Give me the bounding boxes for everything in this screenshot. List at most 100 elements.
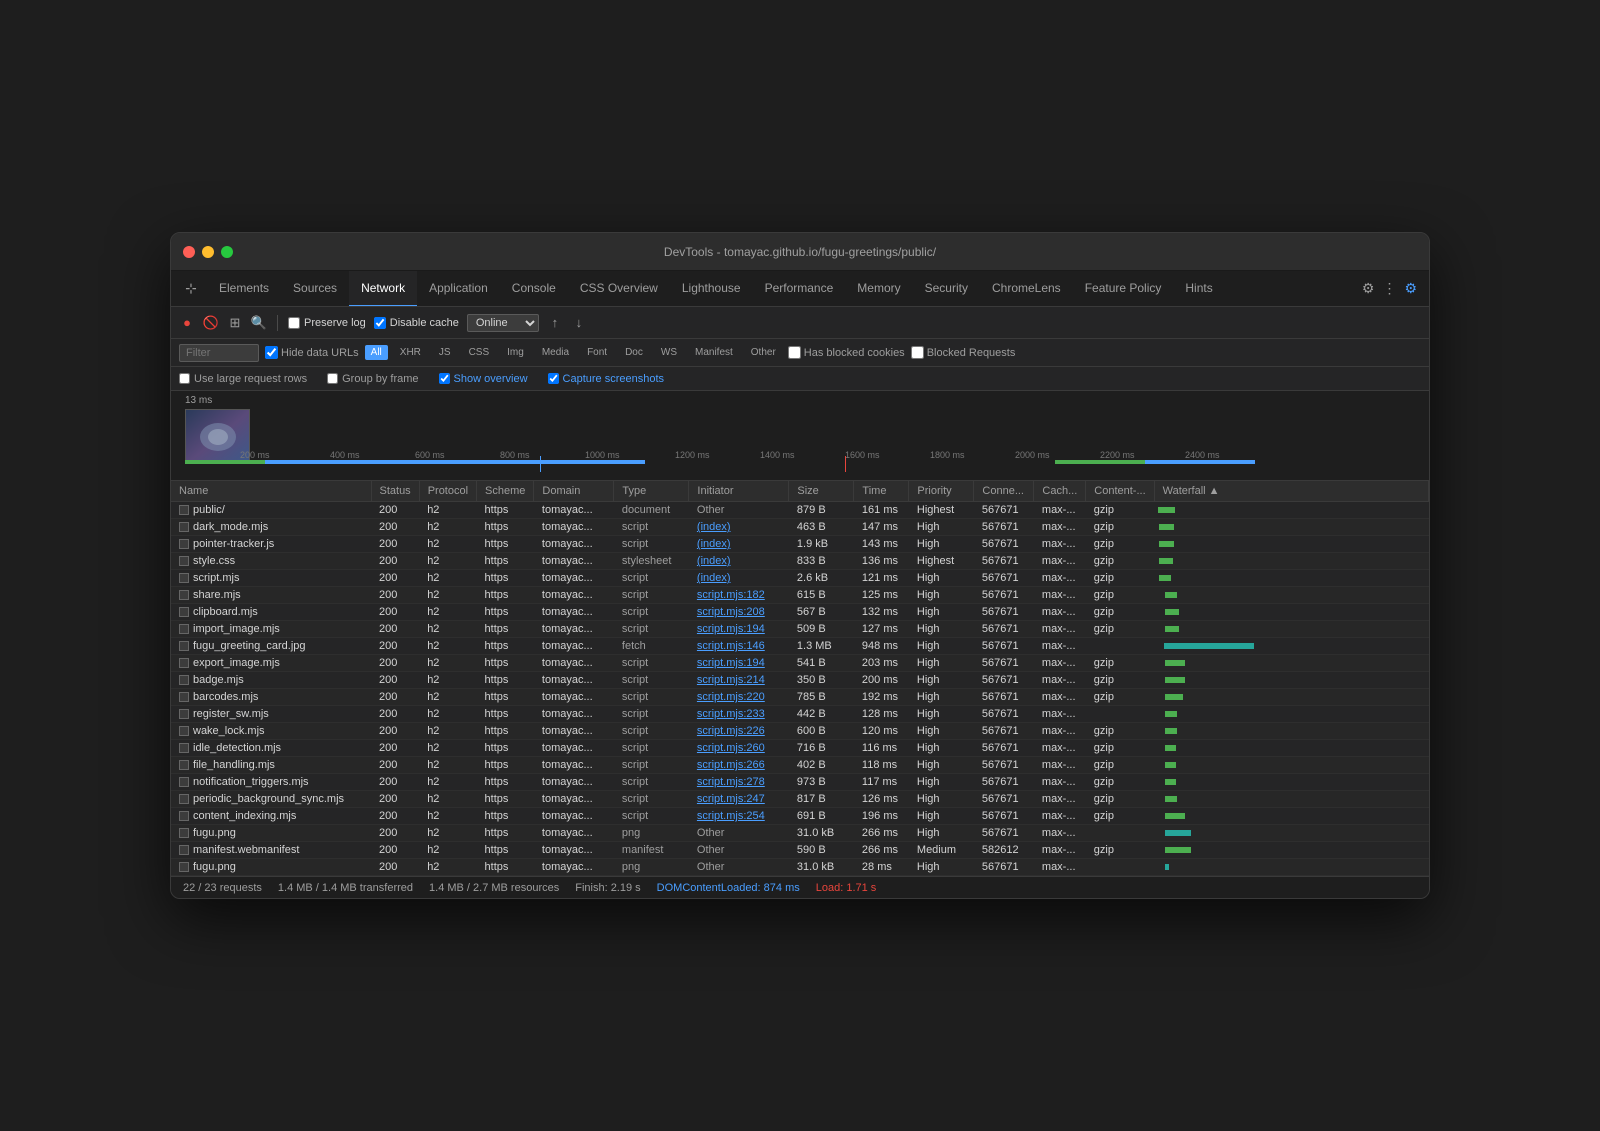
cell-initiator[interactable]: (index) <box>689 553 789 570</box>
hide-data-urls-checkbox[interactable]: Hide data URLs <box>265 346 359 359</box>
cell-initiator[interactable]: (index) <box>689 570 789 587</box>
table-row[interactable]: notification_triggers.mjs 200 h2 https t… <box>171 774 1429 791</box>
tab-sources[interactable]: Sources <box>281 271 349 307</box>
show-overview-option[interactable]: Show overview <box>439 373 528 385</box>
tab-elements[interactable]: Elements <box>207 271 281 307</box>
filter-tag-css[interactable]: CSS <box>463 345 496 360</box>
table-row[interactable]: content_indexing.mjs 200 h2 https tomaya… <box>171 808 1429 825</box>
clear-button[interactable]: 🚫 <box>203 315 219 331</box>
search-icon[interactable]: 🔍 <box>251 315 267 331</box>
filter-tag-img[interactable]: Img <box>501 345 530 360</box>
filter-tag-ws[interactable]: WS <box>655 345 683 360</box>
table-row[interactable]: fugu_greeting_card.jpg 200 h2 https toma… <box>171 638 1429 655</box>
table-row[interactable]: share.mjs 200 h2 https tomayac... script… <box>171 587 1429 604</box>
group-by-frame-option[interactable]: Group by frame <box>327 373 418 385</box>
table-row[interactable]: script.mjs 200 h2 https tomayac... scrip… <box>171 570 1429 587</box>
table-row[interactable]: fugu.png 200 h2 https tomayac... png Oth… <box>171 859 1429 876</box>
col-header-status[interactable]: Status <box>371 481 419 502</box>
col-header-time[interactable]: Time <box>854 481 909 502</box>
col-header-priority[interactable]: Priority <box>909 481 974 502</box>
cursor-icon[interactable]: ⊹ <box>175 280 207 297</box>
cell-initiator[interactable]: script.mjs:146 <box>689 638 789 655</box>
throttle-select[interactable]: Online Fast 3G Slow 3G Offline <box>467 314 539 332</box>
col-header-type[interactable]: Type <box>614 481 689 502</box>
network-settings-icon[interactable]: ⚙ <box>1404 280 1417 297</box>
cell-initiator[interactable]: (index) <box>689 519 789 536</box>
col-header-size[interactable]: Size <box>789 481 854 502</box>
table-row[interactable]: periodic_background_sync.mjs 200 h2 http… <box>171 791 1429 808</box>
cell-initiator[interactable]: script.mjs:182 <box>689 587 789 604</box>
col-header-waterfall[interactable]: Waterfall ▲ <box>1154 481 1428 502</box>
table-row[interactable]: clipboard.mjs 200 h2 https tomayac... sc… <box>171 604 1429 621</box>
col-header-conn[interactable]: Conne... <box>974 481 1034 502</box>
tab-performance[interactable]: Performance <box>753 271 846 307</box>
tab-feature-policy[interactable]: Feature Policy <box>1073 271 1174 307</box>
col-header-content[interactable]: Content-... <box>1086 481 1154 502</box>
close-button[interactable] <box>183 246 195 258</box>
import-icon[interactable]: ↑ <box>547 315 563 331</box>
large-rows-option[interactable]: Use large request rows <box>179 373 307 385</box>
table-row[interactable]: badge.mjs 200 h2 https tomayac... script… <box>171 672 1429 689</box>
tab-application[interactable]: Application <box>417 271 500 307</box>
cell-initiator[interactable]: script.mjs:260 <box>689 740 789 757</box>
large-rows-input[interactable] <box>179 373 190 384</box>
table-row[interactable]: dark_mode.mjs 200 h2 https tomayac... sc… <box>171 519 1429 536</box>
col-header-initiator[interactable]: Initiator <box>689 481 789 502</box>
cell-initiator[interactable]: script.mjs:266 <box>689 757 789 774</box>
table-row[interactable]: barcodes.mjs 200 h2 https tomayac... scr… <box>171 689 1429 706</box>
col-header-protocol[interactable]: Protocol <box>419 481 476 502</box>
group-by-frame-input[interactable] <box>327 373 338 384</box>
capture-screenshots-option[interactable]: Capture screenshots <box>548 373 665 385</box>
tab-lighthouse[interactable]: Lighthouse <box>670 271 753 307</box>
filter-tag-doc[interactable]: Doc <box>619 345 649 360</box>
capture-screenshots-input[interactable] <box>548 373 559 384</box>
cell-initiator[interactable]: (index) <box>689 536 789 553</box>
table-row[interactable]: export_image.mjs 200 h2 https tomayac...… <box>171 655 1429 672</box>
table-row[interactable]: import_image.mjs 200 h2 https tomayac...… <box>171 621 1429 638</box>
col-header-cache[interactable]: Cach... <box>1034 481 1086 502</box>
col-header-domain[interactable]: Domain <box>534 481 614 502</box>
table-row[interactable]: pointer-tracker.js 200 h2 https tomayac.… <box>171 536 1429 553</box>
cell-initiator[interactable]: script.mjs:194 <box>689 655 789 672</box>
maximize-button[interactable] <box>221 246 233 258</box>
preserve-log-input[interactable] <box>288 317 300 329</box>
cell-initiator[interactable]: script.mjs:208 <box>689 604 789 621</box>
filter-tag-font[interactable]: Font <box>581 345 613 360</box>
table-row[interactable]: manifest.webmanifest 200 h2 https tomaya… <box>171 842 1429 859</box>
table-row[interactable]: file_handling.mjs 200 h2 https tomayac..… <box>171 757 1429 774</box>
blocked-requests-checkbox[interactable]: Blocked Requests <box>911 346 1016 359</box>
settings-icon[interactable]: ⚙ <box>1362 280 1375 297</box>
filter-tag-other[interactable]: Other <box>745 345 782 360</box>
cell-initiator[interactable]: script.mjs:220 <box>689 689 789 706</box>
table-row[interactable]: fugu.png 200 h2 https tomayac... png Oth… <box>171 825 1429 842</box>
more-icon[interactable]: ⋮ <box>1382 280 1396 297</box>
minimize-button[interactable] <box>202 246 214 258</box>
filter-tag-js[interactable]: JS <box>433 345 457 360</box>
show-overview-input[interactable] <box>439 373 450 384</box>
blocked-requests-input[interactable] <box>911 346 924 359</box>
cell-initiator[interactable]: script.mjs:214 <box>689 672 789 689</box>
disable-cache-input[interactable] <box>374 317 386 329</box>
cell-initiator[interactable]: script.mjs:226 <box>689 723 789 740</box>
network-table-scroll[interactable]: Name Status Protocol Scheme Domain Type … <box>171 481 1429 876</box>
filter-tag-media[interactable]: Media <box>536 345 575 360</box>
filter-input[interactable] <box>179 344 259 362</box>
table-row[interactable]: style.css 200 h2 https tomayac... styles… <box>171 553 1429 570</box>
cell-initiator[interactable]: script.mjs:233 <box>689 706 789 723</box>
has-blocked-cookies-checkbox[interactable]: Has blocked cookies <box>788 346 905 359</box>
tab-hints[interactable]: Hints <box>1173 271 1224 307</box>
cell-initiator[interactable]: script.mjs:254 <box>689 808 789 825</box>
col-header-name[interactable]: Name <box>171 481 371 502</box>
cell-initiator[interactable]: script.mjs:247 <box>689 791 789 808</box>
tab-css-overview[interactable]: CSS Overview <box>568 271 670 307</box>
tab-network[interactable]: Network <box>349 271 417 307</box>
export-icon[interactable]: ↓ <box>571 315 587 331</box>
tab-chromelens[interactable]: ChromeLens <box>980 271 1073 307</box>
tab-security[interactable]: Security <box>913 271 980 307</box>
col-header-scheme[interactable]: Scheme <box>477 481 534 502</box>
table-row[interactable]: register_sw.mjs 200 h2 https tomayac... … <box>171 706 1429 723</box>
has-blocked-cookies-input[interactable] <box>788 346 801 359</box>
cell-initiator[interactable]: script.mjs:194 <box>689 621 789 638</box>
cell-initiator[interactable]: script.mjs:278 <box>689 774 789 791</box>
tab-memory[interactable]: Memory <box>845 271 912 307</box>
